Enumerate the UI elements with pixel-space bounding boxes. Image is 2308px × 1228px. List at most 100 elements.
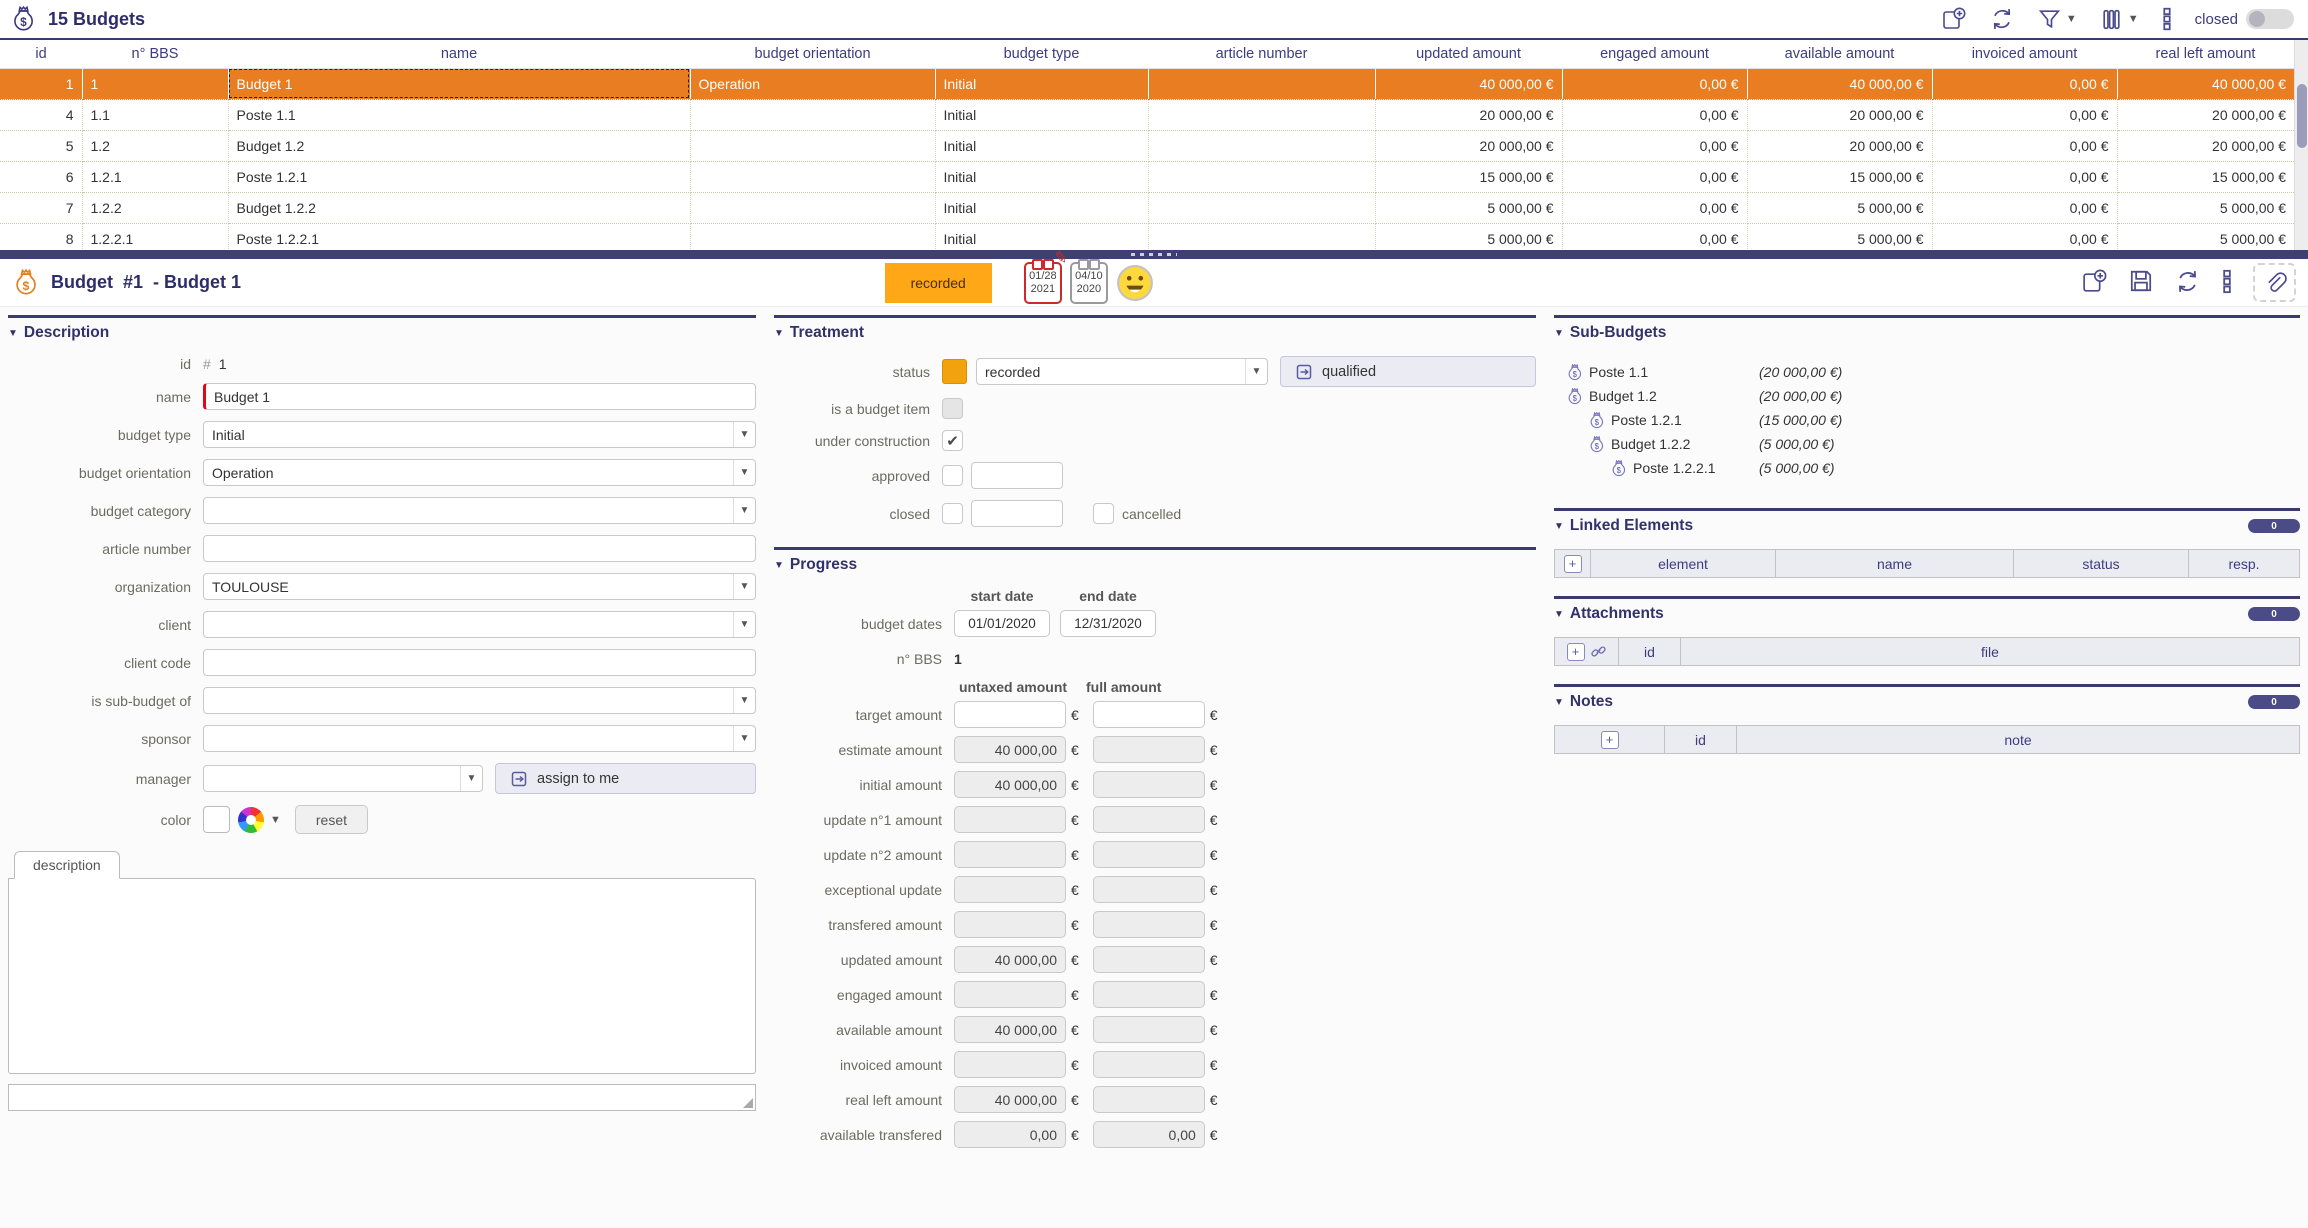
chevron-down-icon[interactable]: ▼ [270, 814, 281, 826]
untaxed-amount-field[interactable]: 40 000,00 [954, 946, 1066, 973]
budget-category-select[interactable]: ▼ [203, 497, 756, 524]
table-row[interactable]: 61.2.1Poste 1.2.1Initial15 000,00 €0,00 … [0, 161, 2294, 192]
client-select[interactable]: ▼ [203, 611, 756, 638]
color-wheel-icon[interactable] [238, 807, 264, 833]
is-sub-budget-of-select[interactable]: ▼ [203, 687, 756, 714]
article-number-field[interactable] [203, 535, 756, 562]
attachment-dropzone[interactable] [2253, 263, 2296, 302]
untaxed-amount-field[interactable] [954, 841, 1066, 868]
columns-button[interactable]: ▼ [2099, 7, 2139, 32]
reset-color-button[interactable]: reset [295, 805, 368, 834]
full-amount-field[interactable] [1093, 841, 1205, 868]
resize-handle[interactable] [743, 1098, 753, 1108]
qualified-button[interactable]: qualified [1280, 356, 1536, 387]
untaxed-amount-field[interactable] [954, 701, 1066, 728]
link-icon[interactable] [1590, 643, 1607, 660]
untaxed-amount-field[interactable]: 40 000,00 [954, 771, 1066, 798]
full-amount-field[interactable] [1093, 1016, 1205, 1043]
untaxed-amount-field[interactable] [954, 876, 1066, 903]
untaxed-amount-field[interactable] [954, 981, 1066, 1008]
sub-budgets-section-header[interactable]: ▼ Sub-Budgets [1554, 324, 2300, 342]
column-header[interactable]: real left amount [2117, 40, 2294, 68]
color-swatch[interactable] [203, 806, 230, 833]
untaxed-amount-field[interactable] [954, 806, 1066, 833]
closed-toggle[interactable] [2246, 9, 2294, 29]
table-row[interactable]: 71.2.2Budget 1.2.2Initial5 000,00 €0,00 … [0, 192, 2294, 223]
full-amount-field[interactable] [1093, 771, 1205, 798]
column-header[interactable]: engaged amount [1562, 40, 1747, 68]
description-textarea[interactable] [8, 1084, 756, 1111]
untaxed-amount-field[interactable] [954, 1051, 1066, 1078]
full-amount-field[interactable] [1093, 981, 1205, 1008]
description-section-header[interactable]: ▼ Description [8, 324, 756, 342]
client-code-field[interactable] [203, 649, 756, 676]
budget-type-select[interactable]: Initial ▼ [203, 421, 756, 448]
full-amount-field[interactable] [1093, 701, 1205, 728]
sub-budget-item[interactable]: $Budget 1.2.2(5 000,00 €) [1566, 432, 2300, 456]
smiley-icon[interactable] [1116, 264, 1154, 302]
end-date-field[interactable]: 12/31/2020 [1060, 610, 1156, 637]
refresh-button[interactable] [1989, 6, 2015, 32]
sub-budget-item[interactable]: $Poste 1.2.2.1(5 000,00 €) [1566, 456, 2300, 480]
table-scrollbar[interactable] [2294, 40, 2308, 250]
sponsor-select[interactable]: ▼ [203, 725, 756, 752]
column-header[interactable]: updated amount [1375, 40, 1562, 68]
is-budget-item-checkbox[interactable] [942, 398, 963, 419]
full-amount-field[interactable] [1093, 911, 1205, 938]
full-amount-field[interactable] [1093, 876, 1205, 903]
sub-budget-item[interactable]: $Budget 1.2(20 000,00 €) [1566, 384, 2300, 408]
column-header[interactable]: article number [1148, 40, 1375, 68]
calendar-modified-icon[interactable]: 01/28 2021 ✎ [1024, 262, 1062, 304]
sub-budget-item[interactable]: $Poste 1.2.1(15 000,00 €) [1566, 408, 2300, 432]
table-row[interactable]: 41.1Poste 1.1Initial20 000,00 €0,00 €20 … [0, 99, 2294, 130]
full-amount-field[interactable] [1093, 736, 1205, 763]
untaxed-amount-field[interactable]: 0,00 [954, 1121, 1066, 1148]
untaxed-amount-field[interactable]: 40 000,00 [954, 1086, 1066, 1113]
name-field[interactable] [203, 383, 756, 410]
start-date-field[interactable]: 01/01/2020 [954, 610, 1050, 637]
sub-budget-item[interactable]: $Poste 1.1(20 000,00 €) [1566, 360, 2300, 384]
column-header[interactable]: n° BBS [82, 40, 228, 68]
add-attachment-button[interactable]: + [1567, 643, 1585, 661]
refresh-button[interactable] [2174, 268, 2201, 298]
column-header[interactable]: invoiced amount [1932, 40, 2117, 68]
budget-orientation-select[interactable]: Operation ▼ [203, 459, 756, 486]
untaxed-amount-field[interactable]: 40 000,00 [954, 736, 1066, 763]
linked-elements-section-header[interactable]: ▼ Linked Elements 0 [1554, 517, 2300, 535]
closed-date-field[interactable] [971, 500, 1063, 527]
column-header[interactable]: id [0, 40, 82, 68]
pane-splitter[interactable] [0, 250, 2308, 259]
under-construction-checkbox[interactable]: ✔ [942, 430, 963, 451]
untaxed-amount-field[interactable] [954, 911, 1066, 938]
add-note-button[interactable]: + [1601, 731, 1619, 749]
notes-section-header[interactable]: ▼ Notes 0 [1554, 693, 2300, 711]
full-amount-field[interactable]: 0,00 [1093, 1121, 1205, 1148]
tab-description[interactable]: description [14, 851, 120, 879]
attachments-section-header[interactable]: ▼ Attachments 0 [1554, 605, 2300, 623]
scrollbar-thumb[interactable] [2297, 84, 2307, 148]
column-header[interactable]: name [228, 40, 690, 68]
full-amount-field[interactable] [1093, 806, 1205, 833]
description-richtext[interactable] [8, 878, 756, 1074]
closed-checkbox[interactable] [942, 503, 963, 524]
full-amount-field[interactable] [1093, 946, 1205, 973]
full-amount-field[interactable] [1093, 1051, 1205, 1078]
more-menu-button[interactable] [2161, 6, 2173, 32]
treatment-section-header[interactable]: ▼ Treatment [774, 324, 1536, 342]
cancelled-checkbox[interactable] [1093, 503, 1114, 524]
table-row[interactable]: 51.2Budget 1.2Initial20 000,00 €0,00 €20… [0, 130, 2294, 161]
filter-button[interactable]: ▼ [2037, 7, 2077, 32]
progress-section-header[interactable]: ▼ Progress [774, 556, 1536, 574]
save-button[interactable] [2128, 268, 2154, 297]
calendar-created-icon[interactable]: 04/10 2020 [1070, 262, 1108, 304]
more-menu-button[interactable] [2221, 268, 2233, 298]
status-select[interactable]: recorded ▼ [976, 358, 1268, 385]
add-budget-button[interactable] [1941, 6, 1967, 32]
column-header[interactable]: available amount [1747, 40, 1932, 68]
column-header[interactable]: budget orientation [690, 40, 935, 68]
manager-select[interactable]: ▼ [203, 765, 483, 792]
add-button[interactable] [2081, 268, 2108, 298]
table-row[interactable]: 11Budget 1OperationInitial40 000,00 €0,0… [0, 68, 2294, 99]
untaxed-amount-field[interactable]: 40 000,00 [954, 1016, 1066, 1043]
approved-date-field[interactable] [971, 462, 1063, 489]
